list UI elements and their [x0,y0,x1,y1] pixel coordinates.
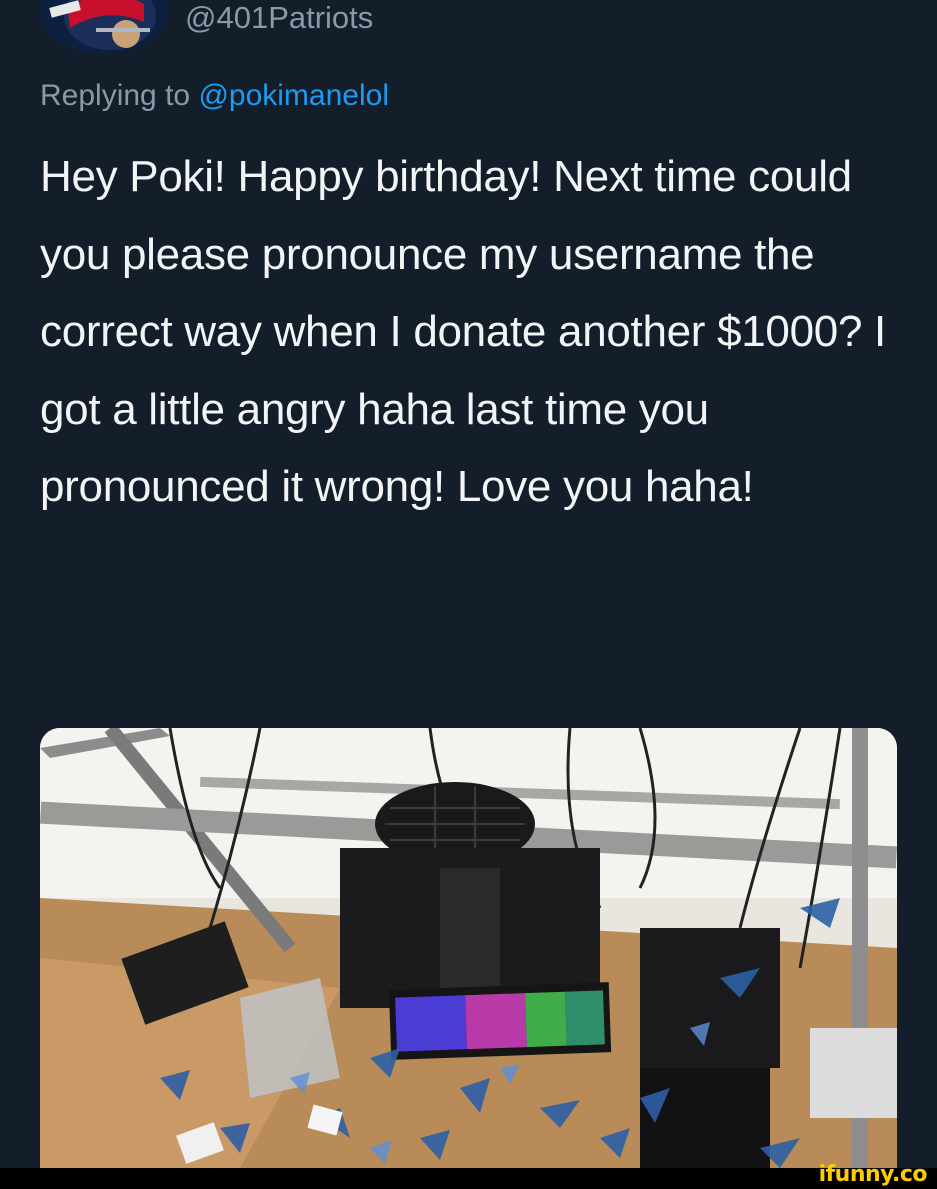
avatar[interactable] [40,0,168,54]
tweet-media-photo[interactable] [40,728,897,1168]
tweet-card: @401Patriots Replying to @pokimanelol He… [0,0,937,1168]
smashed-desk-photo [40,728,897,1168]
reply-prefix: Replying to [40,79,199,112]
ifunny-watermark: ifunny.co [818,1162,928,1187]
watermark-bar: ifunny.co [0,1162,937,1189]
author-handle[interactable]: @401Patriots [185,0,373,36]
reply-mention-link[interactable]: @pokimanelol [198,79,389,112]
reply-context: Replying to @pokimanelol [40,76,389,116]
patriots-helmet-icon [40,0,168,54]
tweet-text: Hey Poki! Happy birthday! Next time coul… [40,152,886,511]
